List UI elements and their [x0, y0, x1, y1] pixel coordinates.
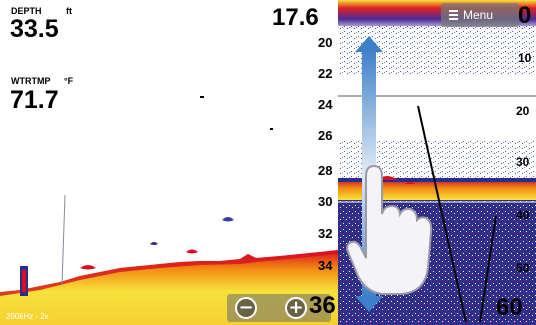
right-scale-20: 20	[516, 104, 530, 118]
depth-value: 33.5	[10, 15, 59, 43]
right-scale-40: 40	[516, 208, 530, 222]
right-scale-top: 0	[518, 2, 532, 29]
bottom-scale-value: 36	[309, 292, 336, 319]
sonar-screen: DEPTH ft 33.5 WTRTMP °F 71.7 17.6 20 22 …	[0, 0, 536, 325]
menu-button[interactable]: Menu	[441, 3, 519, 27]
right-scale-bottom: 60	[496, 294, 523, 321]
scale-tick-22: 22	[318, 66, 333, 81]
right-scale-30: 30	[516, 155, 530, 169]
zoom-controls: − + 36	[227, 292, 336, 322]
menu-icon	[449, 10, 458, 20]
depth-unit: ft	[66, 6, 72, 16]
watertemp-value: 71.7	[10, 86, 59, 114]
zoom-out-button[interactable]: −	[235, 297, 257, 319]
watertemp-label: WTRTMP	[11, 76, 51, 86]
scale-tick-32: 32	[318, 226, 333, 241]
zoom-in-icon: +	[288, 297, 304, 318]
scale-tick-26: 26	[318, 128, 333, 143]
scale-tick-30: 30	[318, 194, 333, 209]
right-scale-10: 10	[518, 51, 532, 65]
scale-tick-20: 20	[318, 35, 333, 50]
scale-tick-34: 34	[318, 258, 333, 273]
right-scale-50: 50	[516, 261, 530, 275]
zoom-out-icon: −	[238, 297, 254, 318]
range-top-value: 17.6	[272, 4, 319, 31]
frequency-label: 200kHz - 2x	[6, 312, 49, 321]
hand-icon	[346, 164, 433, 295]
drag-gesture-icon	[354, 36, 384, 312]
zoom-in-button[interactable]: +	[285, 297, 307, 319]
watertemp-unit: °F	[64, 76, 74, 86]
scale-tick-24: 24	[318, 97, 333, 112]
scale-tick-28: 28	[318, 163, 333, 178]
menu-label: Menu	[463, 8, 494, 22]
